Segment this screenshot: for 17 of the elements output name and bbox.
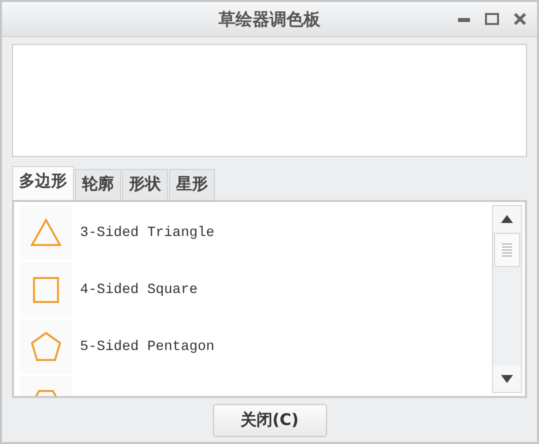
tab[interactable]: 星形 bbox=[169, 169, 215, 200]
close-button[interactable]: 关闭(C) bbox=[212, 404, 326, 436]
maximize-icon[interactable] bbox=[485, 12, 499, 26]
list-item[interactable]: 3-Sided Triangle bbox=[80, 224, 214, 240]
list-item[interactable]: 5-Sided Pentagon bbox=[80, 338, 214, 354]
tab[interactable]: 轮廓 bbox=[75, 169, 121, 200]
tab[interactable]: 多边形 bbox=[12, 166, 74, 200]
pentagon-icon[interactable] bbox=[29, 330, 63, 362]
scrollbar[interactable] bbox=[492, 205, 522, 393]
window-title: 草绘器调色板 bbox=[218, 8, 320, 30]
grip-icon[interactable] bbox=[501, 242, 513, 258]
scroll-down-icon[interactable] bbox=[501, 375, 513, 383]
list-item[interactable]: 4-Sided Square bbox=[80, 282, 198, 298]
scroll-up-icon[interactable] bbox=[501, 215, 513, 223]
tab[interactable]: 形状 bbox=[122, 169, 168, 200]
close-icon[interactable] bbox=[513, 12, 527, 26]
triangle-icon[interactable] bbox=[29, 216, 63, 248]
